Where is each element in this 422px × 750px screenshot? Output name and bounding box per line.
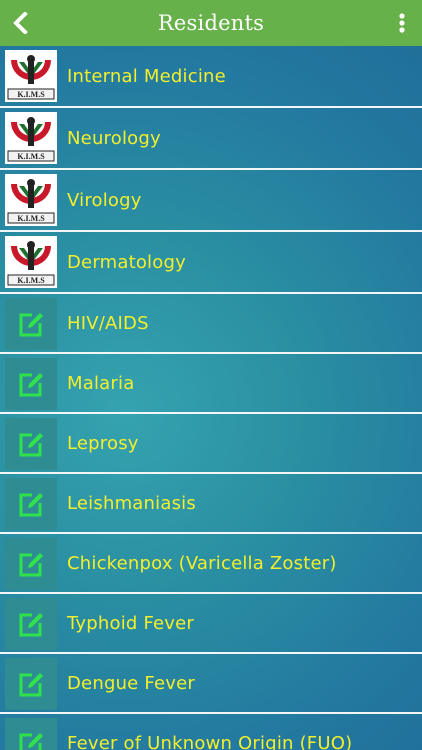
list-item-label: Fever of Unknown Origin (FUO) (67, 732, 353, 750)
list-item[interactable]: Dengue Fever (0, 654, 422, 714)
edit-icon (5, 658, 57, 710)
list-item-label: Leishmaniasis (67, 492, 196, 514)
kims-logo-icon: K.I.M.S (5, 236, 57, 288)
list-item[interactable]: Typhoid Fever (0, 594, 422, 654)
list-item-label: Malaria (67, 372, 135, 394)
list-item-label: Internal Medicine (67, 65, 226, 87)
list-item[interactable]: Chickenpox (Varicella Zoster) (0, 534, 422, 594)
list-item[interactable]: K.I.M.S Neurology (0, 108, 422, 170)
svg-text:K.I.M.S: K.I.M.S (17, 214, 45, 223)
list-item-label: Virology (67, 189, 142, 211)
page-title: Residents (157, 11, 265, 35)
svg-text:K.I.M.S: K.I.M.S (17, 152, 45, 161)
list-item[interactable]: Leishmaniasis (0, 474, 422, 534)
list-item[interactable]: K.I.M.S Dermatology (0, 232, 422, 294)
list-item-label: Dermatology (67, 251, 186, 273)
top-app-bar: Residents (0, 0, 422, 46)
list-item[interactable]: Leprosy (0, 414, 422, 474)
edit-icon (5, 598, 57, 650)
kims-logo-icon: K.I.M.S (5, 50, 57, 102)
edit-icon (5, 418, 57, 470)
residents-list: K.I.M.S Internal Medicine K.I.M.S Neurol… (0, 46, 422, 750)
list-item[interactable]: K.I.M.S Virology (0, 170, 422, 232)
overflow-menu-button[interactable] (390, 0, 414, 46)
edit-icon (5, 298, 57, 350)
list-item[interactable]: K.I.M.S Internal Medicine (0, 46, 422, 108)
edit-icon (5, 478, 57, 530)
list-item[interactable]: Fever of Unknown Origin (FUO) (0, 714, 422, 750)
list-item-label: Dengue Fever (67, 672, 195, 694)
chevron-left-icon (13, 12, 28, 34)
app-screen: Residents K.I.M.S Internal Medicine K.I.… (0, 0, 422, 750)
list-item-label: Chickenpox (Varicella Zoster) (67, 552, 337, 574)
edit-icon (5, 718, 57, 750)
list-item-label: Leprosy (67, 432, 139, 454)
list-item-label: Typhoid Fever (67, 612, 195, 634)
svg-text:K.I.M.S: K.I.M.S (17, 90, 45, 99)
back-button[interactable] (6, 0, 36, 46)
svg-text:K.I.M.S: K.I.M.S (17, 276, 45, 285)
list-item-label: Neurology (67, 127, 161, 149)
kims-logo-icon: K.I.M.S (5, 112, 57, 164)
edit-icon (5, 358, 57, 410)
list-item[interactable]: Malaria (0, 354, 422, 414)
kims-logo-icon: K.I.M.S (5, 174, 57, 226)
more-vertical-icon (399, 13, 405, 33)
list-item[interactable]: HIV/AIDS (0, 294, 422, 354)
edit-icon (5, 538, 57, 590)
list-item-label: HIV/AIDS (67, 312, 149, 334)
